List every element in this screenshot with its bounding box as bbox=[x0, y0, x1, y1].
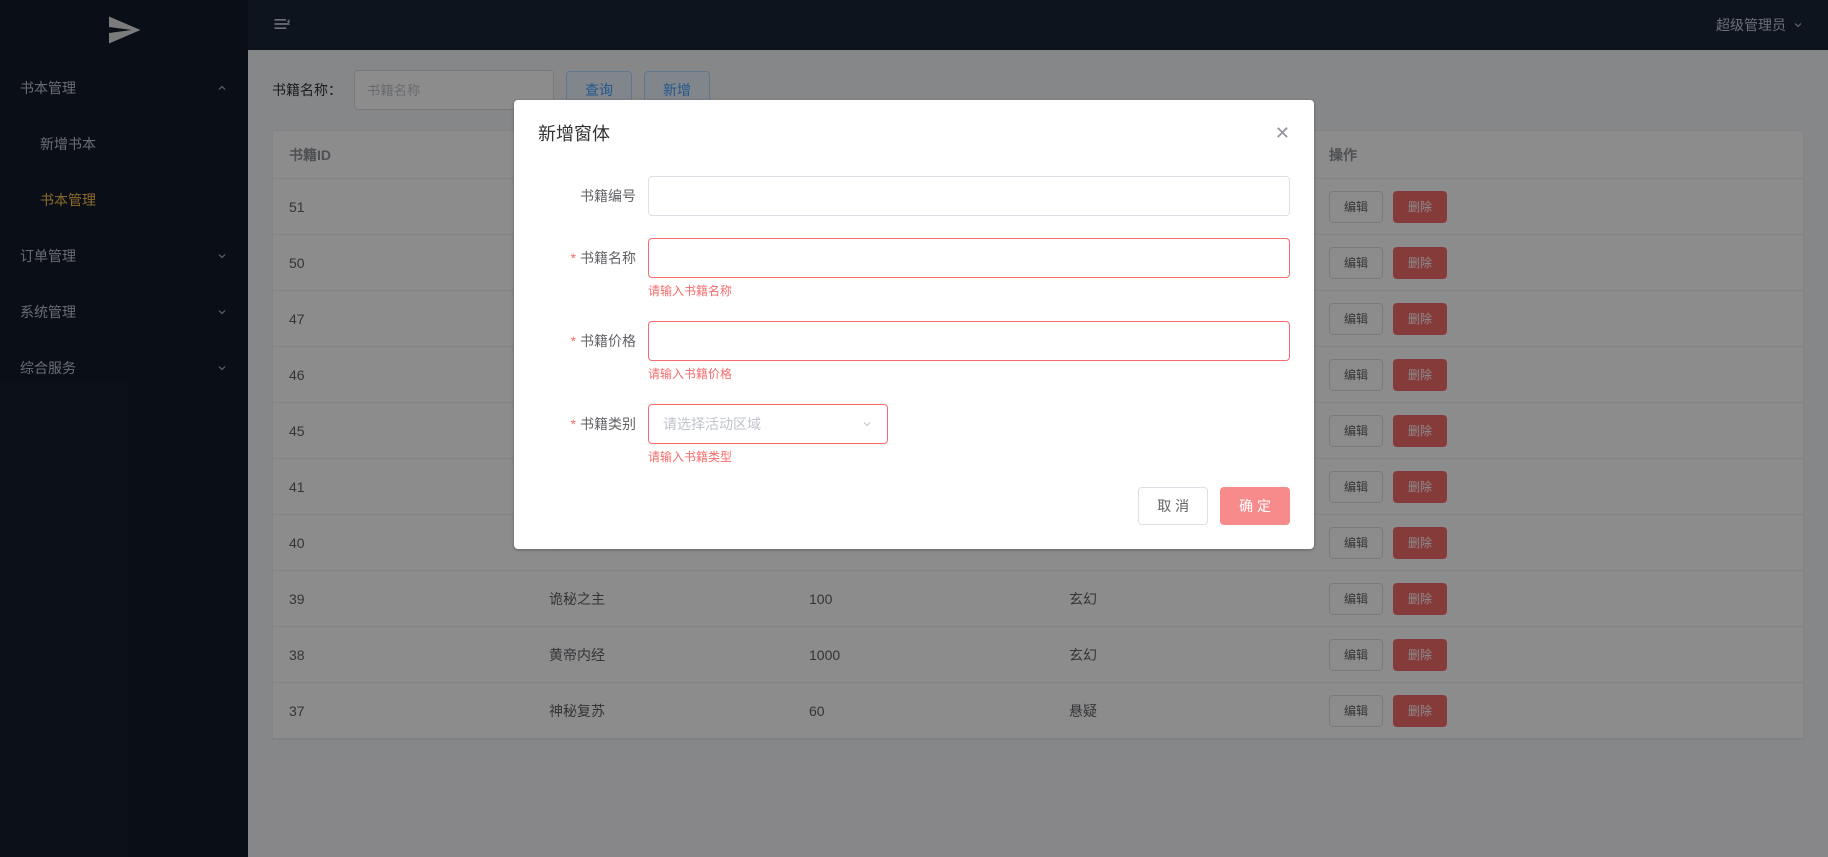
book-code-input[interactable] bbox=[648, 176, 1290, 216]
form-item-code: 书籍编号 bbox=[538, 176, 1290, 216]
form-item-price: *书籍价格 请输入书籍价格 bbox=[538, 321, 1290, 382]
book-type-label: *书籍类别 bbox=[538, 404, 648, 444]
book-price-input[interactable] bbox=[648, 321, 1290, 361]
form-item-name: *书籍名称 请输入书籍名称 bbox=[538, 238, 1290, 299]
dialog-header: 新增窗体 ✕ bbox=[538, 120, 1290, 146]
book-price-label: *书籍价格 bbox=[538, 321, 648, 361]
book-code-label: 书籍编号 bbox=[538, 176, 648, 216]
book-name-error: 请输入书籍名称 bbox=[648, 282, 1290, 299]
close-icon[interactable]: ✕ bbox=[1275, 123, 1290, 144]
book-name-label: *书籍名称 bbox=[538, 238, 648, 278]
chevron-down-icon bbox=[861, 418, 873, 430]
book-type-error: 请输入书籍类型 bbox=[648, 448, 1290, 465]
dialog-title: 新增窗体 bbox=[538, 120, 610, 146]
cancel-button[interactable]: 取 消 bbox=[1138, 487, 1208, 525]
select-placeholder: 请选择活动区域 bbox=[663, 414, 761, 434]
confirm-button[interactable]: 确 定 bbox=[1220, 487, 1290, 525]
book-type-select[interactable]: 请选择活动区域 bbox=[648, 404, 888, 444]
add-book-dialog: 新增窗体 ✕ 书籍编号 *书籍名称 请输入书籍名称 *书籍价格 请输入书籍价格 … bbox=[514, 100, 1314, 549]
book-name-input[interactable] bbox=[648, 238, 1290, 278]
form-item-type: *书籍类别 请选择活动区域 请输入书籍类型 bbox=[538, 404, 1290, 465]
book-price-error: 请输入书籍价格 bbox=[648, 365, 1290, 382]
dialog-footer: 取 消 确 定 bbox=[538, 487, 1290, 525]
